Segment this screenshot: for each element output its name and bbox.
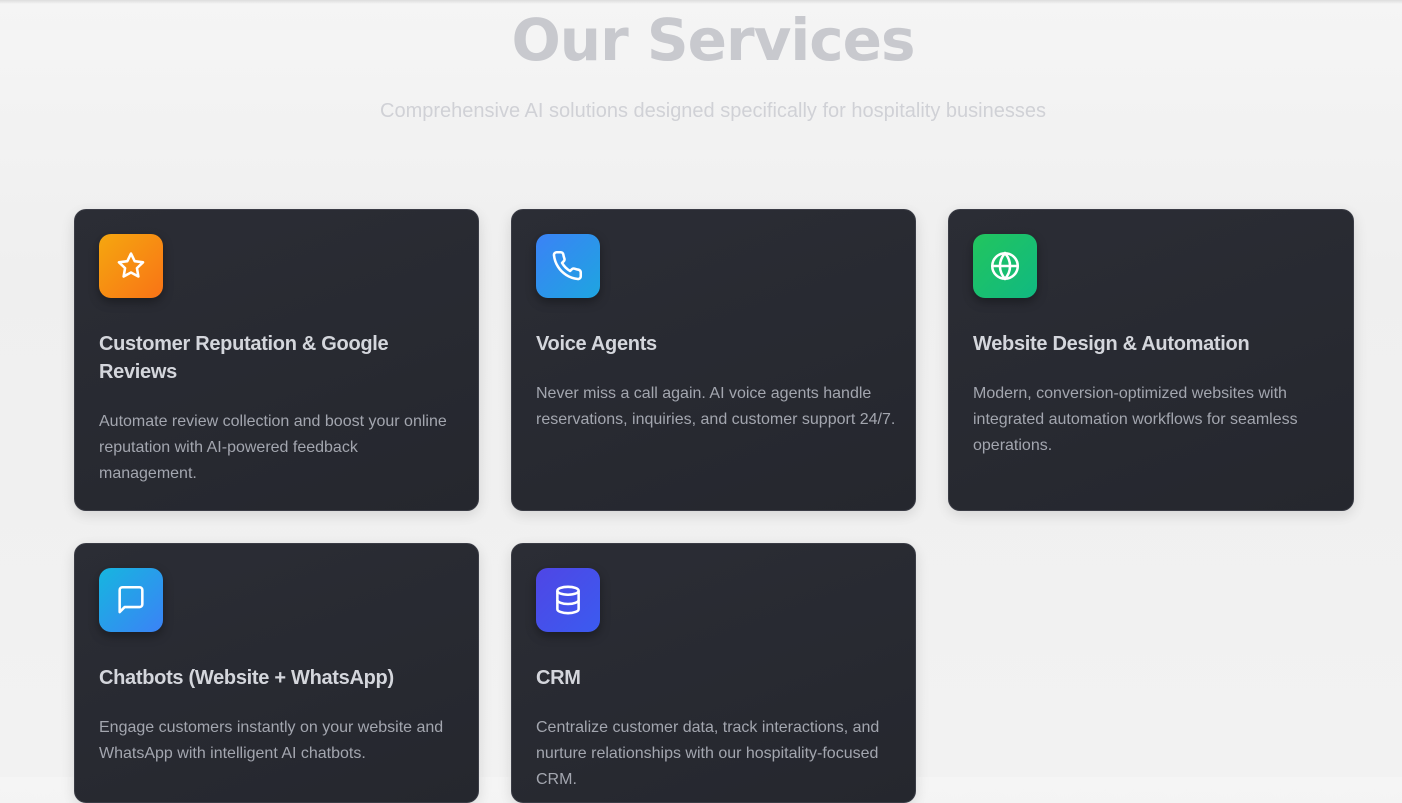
service-description: Modern, conversion-optimized websites wi…: [973, 385, 1298, 454]
service-title: Chatbots (Website + WhatsApp): [99, 667, 394, 689]
service-description: Never miss a call again. AI voice agents…: [536, 385, 896, 428]
section-title: Our Services: [511, 6, 915, 74]
star-icon: [99, 234, 163, 298]
section-subtitle: Comprehensive AI solutions designed spec…: [380, 100, 1046, 122]
chat-bubble-icon: [99, 568, 163, 632]
phone-icon: [536, 234, 600, 298]
globe-icon: [973, 234, 1037, 298]
service-card-crm[interactable]: CRM Centralize customer data, track inte…: [511, 543, 916, 803]
service-description: Centralize customer data, track interact…: [536, 719, 880, 788]
service-card-reputation[interactable]: Customer Reputation & Google Reviews Aut…: [74, 209, 479, 511]
header-shadow: [0, 0, 1402, 4]
service-description: Engage customers instantly on your websi…: [99, 719, 444, 762]
service-description: Automate review collection and boost you…: [99, 413, 447, 482]
service-card-voice-agents[interactable]: Voice Agents Never miss a call again. AI…: [511, 209, 916, 511]
database-icon: [536, 568, 600, 632]
service-title: CRM: [536, 667, 581, 689]
service-title: Voice Agents: [536, 333, 657, 355]
service-title: Customer Reputation & Google Reviews: [99, 333, 389, 383]
service-title: Website Design & Automation: [973, 333, 1250, 355]
service-card-chatbots[interactable]: Chatbots (Website + WhatsApp) Engage cus…: [74, 543, 479, 803]
service-card-website-design[interactable]: Website Design & Automation Modern, conv…: [948, 209, 1354, 511]
